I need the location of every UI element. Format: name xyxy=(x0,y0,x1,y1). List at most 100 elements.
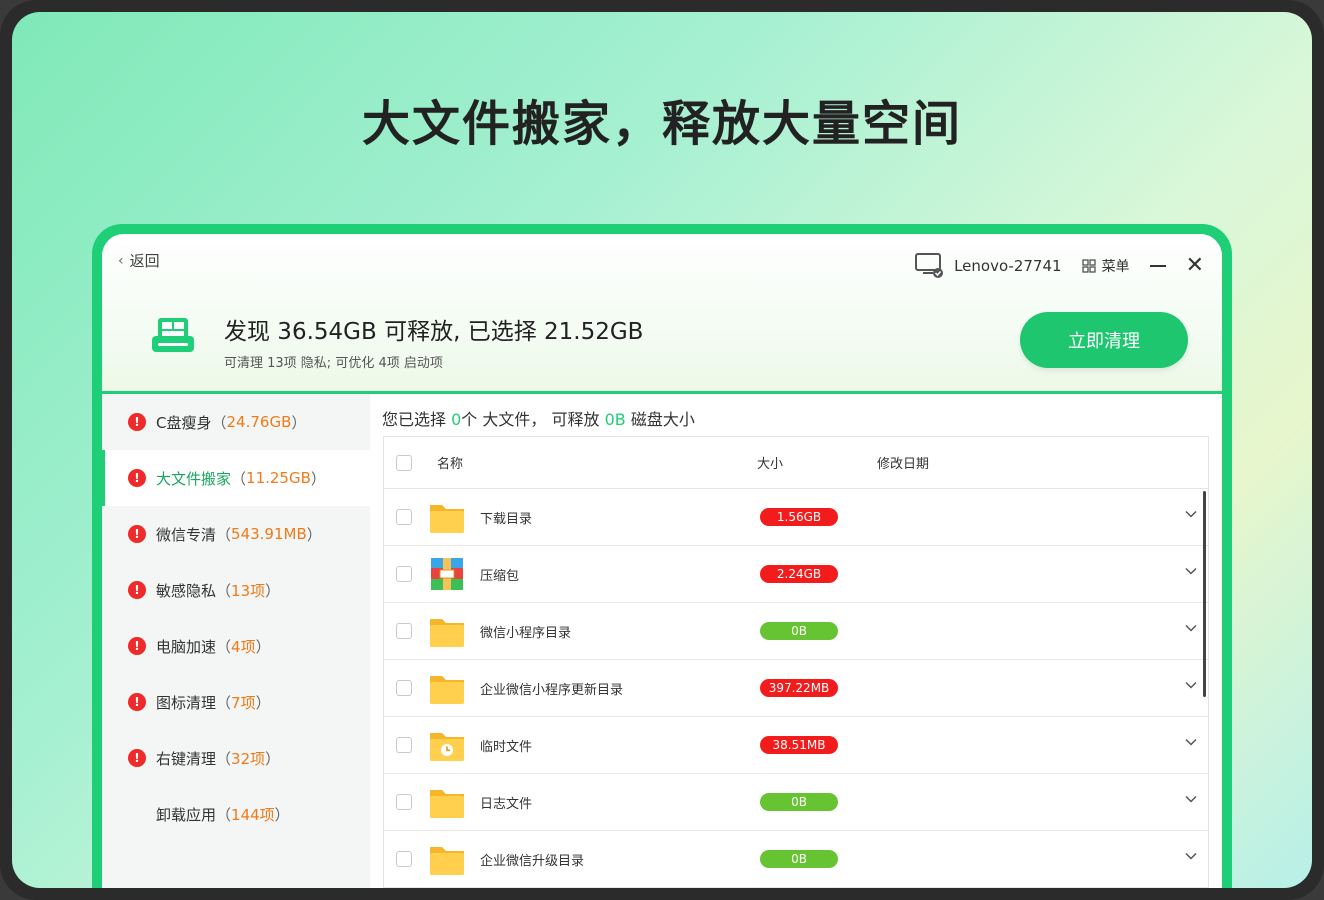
folder-icon xyxy=(428,613,466,649)
sidebar-item-privacy[interactable]: ! 敏感隐私 （13项） xyxy=(102,562,370,618)
sidebar-item-size: 11.25GB xyxy=(246,469,311,487)
sidebar-item-size: 24.76GB xyxy=(226,413,292,431)
summary-title: 发现 36.54GB 可释放, 已选择 21.52GB xyxy=(224,319,644,345)
disk-icon xyxy=(152,318,194,352)
paren-close: ） xyxy=(255,637,271,656)
app-window-border: ‹ 返回 Lenovo-27741 菜单 ✕ 发现 36.54GB 可释放, 已… xyxy=(92,224,1232,888)
size-badge: 0B xyxy=(760,622,838,640)
sidebar-item-label: 大文件搬家 xyxy=(156,469,232,488)
row-checkbox[interactable] xyxy=(396,737,412,753)
back-label: 返回 xyxy=(129,252,160,270)
warning-icon: ! xyxy=(128,469,146,487)
row-checkbox[interactable] xyxy=(396,509,412,525)
table-body: 下载目录 1.56GB 压缩包 2.24GB 微信小程序目录 0B 企业微信小程序更新目录 3… xyxy=(384,489,1208,888)
size-badge: 1.56GB xyxy=(760,508,838,526)
row-name: 企业微信小程序更新目录 xyxy=(480,682,624,698)
pc-name: Lenovo-27741 xyxy=(954,257,1062,275)
paren-open: （ xyxy=(216,581,232,600)
table-row[interactable]: 临时文件 38.51MB xyxy=(384,717,1208,774)
paren-open: （ xyxy=(231,469,247,488)
status-count: 0 xyxy=(451,410,462,429)
main-content: 您已选择 0个 大文件， 可释放 0B 磁盘大小 名称 大小 修改日期 下载目录… xyxy=(370,394,1222,888)
file-table: 名称 大小 修改日期 下载目录 1.56GB 压缩包 2.24GB 微信小程序目录 0B 企… xyxy=(383,436,1209,888)
sidebar-item-size: 543.91MB xyxy=(231,525,307,543)
warning-icon: ! xyxy=(128,693,146,711)
row-name: 下载目录 xyxy=(480,511,533,527)
clean-now-button[interactable]: 立即清理 xyxy=(1020,312,1188,368)
paren-open: （ xyxy=(211,413,227,432)
table-row[interactable]: 日志文件 0B xyxy=(384,774,1208,831)
chevron-down-icon[interactable] xyxy=(1184,792,1198,806)
menu-label: 菜单 xyxy=(1101,259,1130,275)
folder-icon xyxy=(428,670,466,706)
sidebar-item-size: 4项 xyxy=(231,637,256,656)
sidebar-item-speedup[interactable]: ! 电脑加速 （4项） xyxy=(102,618,370,674)
chevron-down-icon[interactable] xyxy=(1184,735,1198,749)
column-header-date[interactable]: 修改日期 xyxy=(877,453,1077,472)
close-button[interactable]: ✕ xyxy=(1186,255,1204,277)
sidebar-item-size: 32项 xyxy=(231,749,266,768)
table-row[interactable]: 企业微信小程序更新目录 397.22MB xyxy=(384,660,1208,717)
chevron-down-icon[interactable] xyxy=(1184,507,1198,521)
paren-close: ） xyxy=(265,581,281,600)
warning-icon: ! xyxy=(128,749,146,767)
sidebar-item-c-drive[interactable]: ! C盘瘦身 （24.76GB） xyxy=(102,394,370,450)
table-row[interactable]: 微信小程序目录 0B xyxy=(384,603,1208,660)
sidebar-item-icon-clean[interactable]: ! 图标清理 （7项） xyxy=(102,674,370,730)
row-checkbox[interactable] xyxy=(396,680,412,696)
warning-icon: ! xyxy=(128,413,146,431)
summary-subtitle: 可清理 13项 隐私; 可优化 4项 启动项 xyxy=(224,356,443,371)
sidebar-item-label: C盘瘦身 xyxy=(156,413,212,432)
menu-button[interactable]: 菜单 xyxy=(1081,256,1130,276)
row-checkbox[interactable] xyxy=(396,623,412,639)
size-badge: 0B xyxy=(760,850,838,868)
size-badge: 2.24GB xyxy=(760,565,838,583)
paren-close: ） xyxy=(255,693,271,712)
chevron-down-icon[interactable] xyxy=(1184,849,1198,863)
paren-open: （ xyxy=(216,693,232,712)
warning-icon: ! xyxy=(128,637,146,655)
pc-info[interactable]: Lenovo-27741 xyxy=(914,252,1062,280)
table-row[interactable]: 下载目录 1.56GB xyxy=(384,489,1208,546)
table-row[interactable]: 压缩包 2.24GB xyxy=(384,546,1208,603)
sidebar-item-label: 图标清理 xyxy=(156,693,217,712)
back-button[interactable]: ‹ 返回 xyxy=(118,250,160,271)
paren-close: ） xyxy=(310,469,326,488)
sidebar-item-context-menu[interactable]: ! 右键清理 （32项） xyxy=(102,730,370,786)
row-checkbox[interactable] xyxy=(396,566,412,582)
row-checkbox[interactable] xyxy=(396,851,412,867)
paren-open: （ xyxy=(216,749,232,768)
scrollbar[interactable] xyxy=(1203,491,1206,697)
chevron-down-icon[interactable] xyxy=(1184,564,1198,578)
sidebar-item-uninstall[interactable]: ! 卸载应用 （144项） xyxy=(102,786,370,842)
chevron-down-icon[interactable] xyxy=(1184,621,1198,635)
sidebar-item-label: 敏感隐私 xyxy=(156,581,217,600)
promo-background: 大文件搬家，释放大量空间 ‹ 返回 Lenovo-27741 菜单 ✕ 发现 3… xyxy=(12,12,1312,888)
paren-close: ） xyxy=(274,805,290,824)
folder-icon xyxy=(428,841,466,877)
size-badge: 397.22MB xyxy=(760,679,838,697)
selection-status: 您已选择 0个 大文件， 可释放 0B 磁盘大小 xyxy=(382,406,695,430)
window-controls: Lenovo-27741 菜单 ✕ xyxy=(914,252,1204,280)
row-name: 压缩包 xyxy=(480,568,520,584)
sidebar: ! C盘瘦身 （24.76GB） ! 大文件搬家 （11.25GB） ! 微信专… xyxy=(102,394,370,888)
table-row[interactable]: 企业微信升级目录 0B xyxy=(384,831,1208,888)
device-frame: 大文件搬家，释放大量空间 ‹ 返回 Lenovo-27741 菜单 ✕ 发现 3… xyxy=(0,0,1324,900)
column-header-size[interactable]: 大小 xyxy=(757,453,877,472)
select-all-checkbox[interactable] xyxy=(396,454,412,471)
minimize-button[interactable] xyxy=(1149,265,1166,267)
computer-icon xyxy=(915,253,944,278)
sidebar-item-large-files[interactable]: ! 大文件搬家 （11.25GB） xyxy=(102,450,370,506)
row-name: 微信小程序目录 xyxy=(480,625,572,641)
warning-icon: ! xyxy=(128,581,146,599)
sidebar-item-wechat[interactable]: ! 微信专清 （543.91MB） xyxy=(102,506,370,562)
table-header: 名称 大小 修改日期 xyxy=(384,437,1208,489)
promo-headline: 大文件搬家，释放大量空间 xyxy=(361,96,962,152)
clock-folder-icon xyxy=(428,727,466,763)
sidebar-item-size: 144项 xyxy=(231,805,275,824)
paren-open: （ xyxy=(216,637,232,656)
sidebar-item-label: 微信专清 xyxy=(156,525,217,544)
column-header-name[interactable]: 名称 xyxy=(437,453,757,472)
row-checkbox[interactable] xyxy=(396,794,412,810)
chevron-down-icon[interactable] xyxy=(1184,678,1198,692)
